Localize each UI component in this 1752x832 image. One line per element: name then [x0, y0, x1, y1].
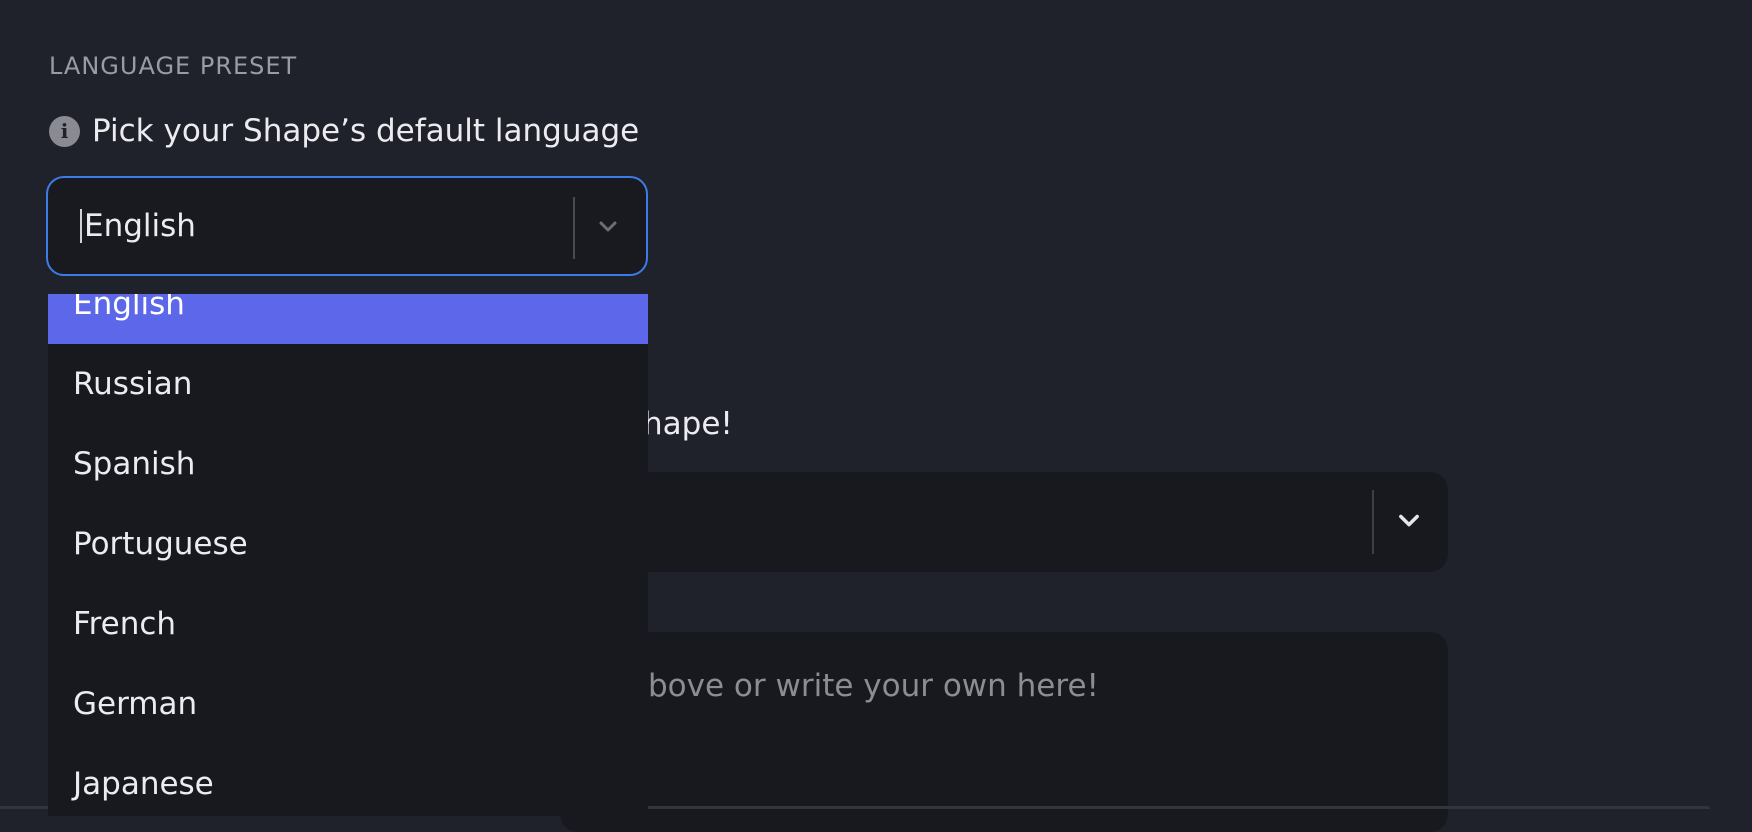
select-separator [573, 197, 575, 259]
dropdown-option-portuguese[interactable]: Portuguese [48, 504, 648, 584]
select-separator [1372, 490, 1374, 554]
hint-text: Pick your Shape’s default language [92, 113, 640, 149]
dropdown-option-russian[interactable]: Russian [48, 344, 648, 424]
prompt-placeholder: bove or write your own here! [648, 668, 1099, 704]
language-dropdown-menu[interactable]: English Russian Spanish Portuguese Frenc… [48, 294, 648, 816]
section-label: LANGUAGE PRESET [49, 52, 298, 80]
language-hint: i Pick your Shape’s default language [49, 113, 639, 149]
dropdown-option-japanese[interactable]: Japanese [48, 744, 648, 816]
dropdown-option-spanish[interactable]: Spanish [48, 424, 648, 504]
secondary-select[interactable] [560, 472, 1448, 572]
dropdown-option-english[interactable]: English [48, 294, 648, 344]
language-select[interactable]: English [46, 176, 648, 276]
dropdown-option-french[interactable]: French [48, 584, 648, 664]
info-icon: i [49, 115, 80, 147]
field-label: hape! [643, 406, 733, 442]
chevron-down-icon[interactable] [596, 214, 620, 238]
chevron-down-icon[interactable] [1395, 506, 1423, 534]
prompt-textarea[interactable]: bove or write your own here! [560, 632, 1448, 832]
language-select-value[interactable]: English [80, 209, 196, 243]
dropdown-option-german[interactable]: German [48, 664, 648, 744]
